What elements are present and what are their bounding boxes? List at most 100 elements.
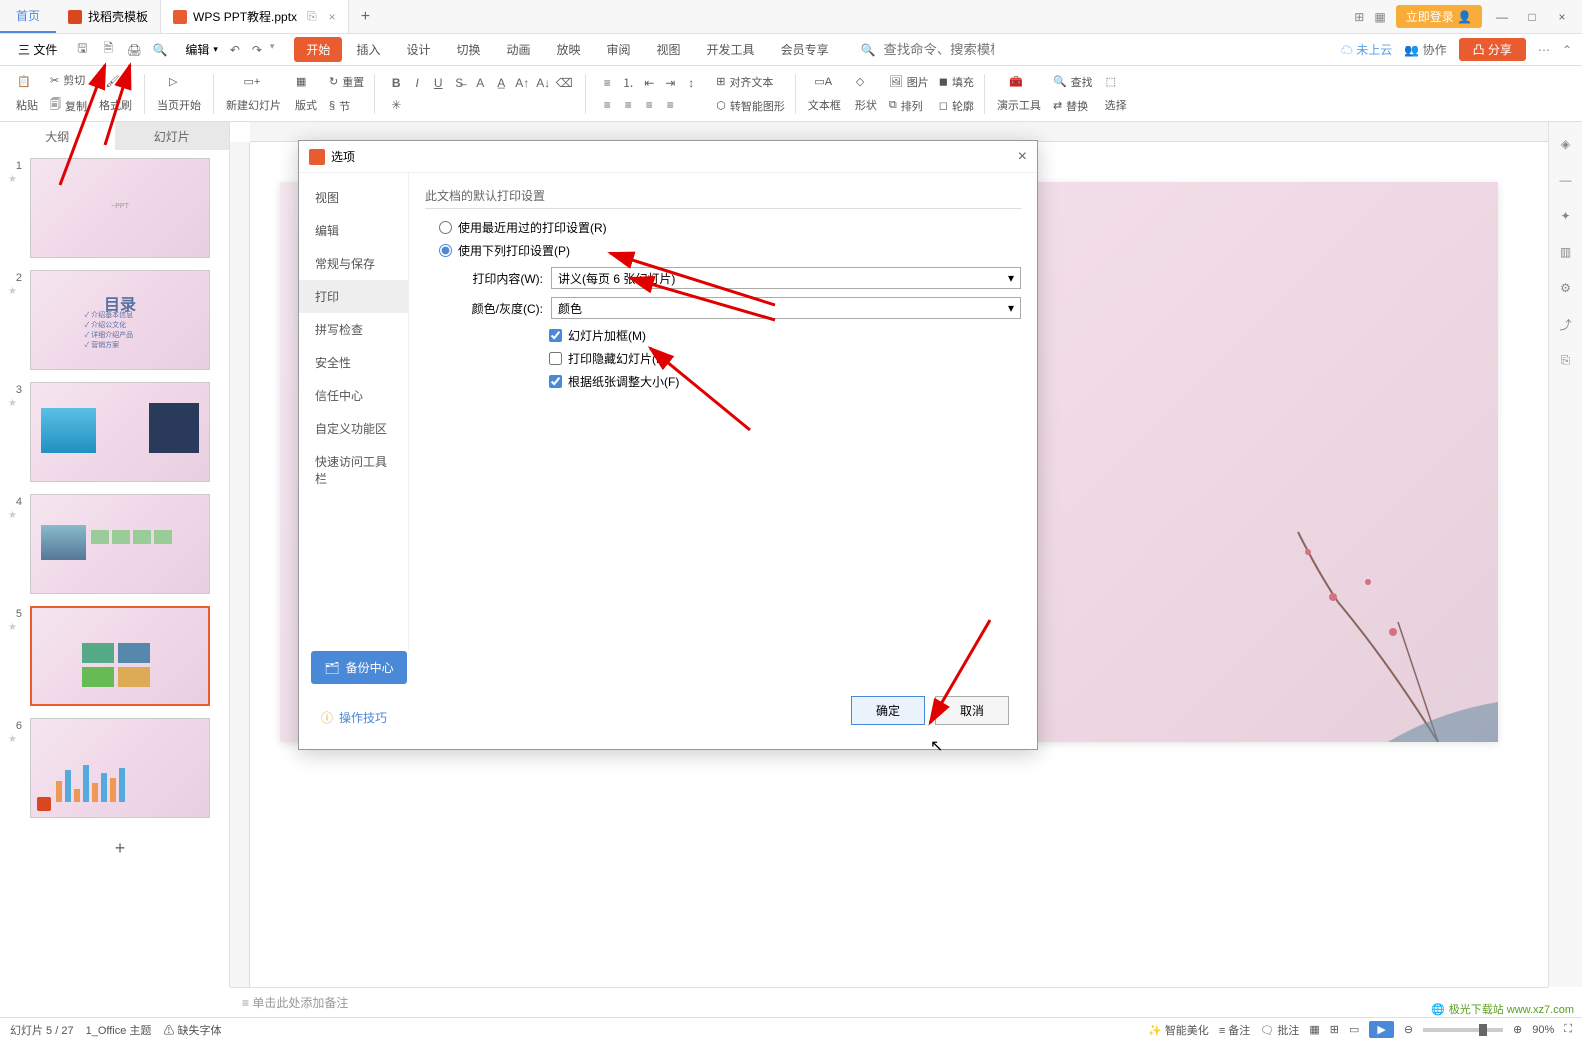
command-search[interactable]: 🔍: [861, 42, 994, 57]
align-right-icon[interactable]: ≡: [640, 96, 658, 114]
line-spacing-icon[interactable]: ↕: [682, 74, 700, 92]
font-size-up-icon[interactable]: A↑: [513, 74, 531, 92]
ok-button[interactable]: 确定: [851, 696, 925, 725]
zoom-out-icon[interactable]: ⊖: [1404, 1023, 1413, 1036]
shapes-button[interactable]: ◇ 形状: [849, 73, 883, 115]
tab-transition[interactable]: 切换: [444, 37, 492, 62]
replace-button[interactable]: ⇄ 替换: [1049, 96, 1097, 116]
minimize-icon[interactable]: —: [1492, 7, 1512, 27]
view-sorter-icon[interactable]: ⊞: [1330, 1023, 1339, 1036]
find-button[interactable]: 🔍 查找: [1049, 72, 1097, 92]
from-current-button[interactable]: ▷ 当页开始: [151, 73, 207, 115]
numbering-icon[interactable]: ⒈: [619, 74, 637, 92]
print-preview-icon[interactable]: 🔍: [151, 41, 169, 59]
zoom-value[interactable]: 90%: [1532, 1024, 1554, 1036]
nav-quick-access[interactable]: 快速访问工具栏: [299, 445, 408, 495]
smart-beautify[interactable]: ✨ 智能美化: [1148, 1022, 1209, 1038]
thumb-3[interactable]: 3★: [8, 382, 221, 482]
notes-bar[interactable]: ≡ 单击此处添加备注: [230, 987, 1548, 1017]
tab-review[interactable]: 审阅: [595, 37, 643, 62]
more-pane-icon[interactable]: ⎘: [1556, 350, 1576, 370]
tab-design[interactable]: 设计: [394, 37, 442, 62]
notes-toggle[interactable]: ≡ 备注: [1219, 1022, 1250, 1038]
check-hidden[interactable]: 打印隐藏幻灯片(H): [549, 350, 1021, 367]
tab-templates[interactable]: 找稻壳模板: [56, 0, 161, 33]
view-normal-icon[interactable]: ▦: [1309, 1023, 1319, 1036]
layout-pane-icon[interactable]: ▥: [1556, 242, 1576, 262]
format-painter-button[interactable]: 🖌 格式刷: [93, 73, 138, 115]
save-as-icon[interactable]: 🗎: [99, 41, 117, 59]
align-center-icon[interactable]: ≡: [619, 96, 637, 114]
nav-customize-ribbon[interactable]: 自定义功能区: [299, 412, 408, 445]
nav-trust[interactable]: 信任中心: [299, 379, 408, 412]
nav-print[interactable]: 打印: [299, 280, 408, 313]
indent-inc-icon[interactable]: ⇥: [661, 74, 679, 92]
smart-graphic-button[interactable]: ⬡ 转智能图形: [712, 96, 789, 116]
export-icon[interactable]: ⤴: [1556, 314, 1576, 334]
redo-icon[interactable]: ↷: [248, 41, 266, 59]
align-left-icon[interactable]: ≡: [598, 96, 616, 114]
select-button[interactable]: ⬚ 选择: [1099, 73, 1133, 115]
indent-dec-icon[interactable]: ⇤: [640, 74, 658, 92]
font-size-down-icon[interactable]: A↓: [534, 74, 552, 92]
login-button[interactable]: 立即登录 👤: [1396, 5, 1482, 28]
tools-button[interactable]: 🧰 演示工具: [991, 73, 1047, 115]
nav-edit[interactable]: 编辑: [299, 214, 408, 247]
tab-add[interactable]: +: [349, 8, 382, 26]
color-select[interactable]: 颜色▾: [551, 297, 1021, 319]
file-menu[interactable]: 三 文件: [10, 41, 65, 58]
view-reading-icon[interactable]: ▭: [1349, 1023, 1359, 1036]
underline-icon[interactable]: U: [429, 74, 447, 92]
copy-button[interactable]: 🗐 复制: [46, 94, 91, 117]
cloud-status[interactable]: ☁ 未上云: [1341, 41, 1392, 58]
edit-menu[interactable]: 编辑▾: [177, 41, 226, 58]
dialog-close-icon[interactable]: ×: [1018, 148, 1027, 166]
maximize-icon[interactable]: □: [1522, 7, 1542, 27]
missing-font[interactable]: ⚠ 缺失字体: [163, 1022, 221, 1038]
font-color-icon[interactable]: A: [471, 74, 489, 92]
ruler-icon[interactable]: —: [1556, 170, 1576, 190]
reset-button[interactable]: ↻ 重置: [325, 72, 368, 92]
view-slideshow-icon[interactable]: ▶: [1369, 1021, 1393, 1038]
print-icon[interactable]: 🖨: [125, 41, 143, 59]
tab-insert[interactable]: 插入: [344, 37, 392, 62]
comments-toggle[interactable]: 🗨 批注: [1260, 1022, 1299, 1038]
share-button[interactable]: 凸 分享: [1459, 38, 1526, 61]
tab-document[interactable]: WPS PPT教程.pptx ⎘ ×: [161, 0, 349, 33]
animation-icon[interactable]: ✦: [1556, 206, 1576, 226]
section-button[interactable]: § 节: [325, 96, 368, 116]
backup-center-button[interactable]: 🗂备份中心: [311, 651, 407, 684]
thumb-6[interactable]: 6★: [8, 718, 221, 818]
grid-icon[interactable]: ⊞: [1354, 10, 1364, 24]
close-icon[interactable]: ×: [329, 10, 336, 24]
new-slide-button[interactable]: ▭+ 新建幻灯片: [220, 73, 287, 115]
close-window-icon[interactable]: ×: [1552, 7, 1572, 27]
design-icon[interactable]: ◈: [1556, 134, 1576, 154]
radio-following[interactable]: 使用下列打印设置(P): [439, 242, 1021, 259]
sidebar-tab-slides[interactable]: 幻灯片: [115, 122, 230, 150]
thumb-5[interactable]: 5★: [8, 606, 221, 706]
layout-button[interactable]: ▦ 版式: [289, 73, 323, 115]
tab-start[interactable]: 开始: [294, 37, 342, 62]
arrange-button[interactable]: ⧉ 排列: [885, 96, 933, 116]
clear-format-icon[interactable]: ⌫: [555, 74, 573, 92]
cancel-button[interactable]: 取消: [935, 696, 1009, 725]
bullets-icon[interactable]: ≡: [598, 74, 616, 92]
thumb-1[interactable]: 1★ ~PPT: [8, 158, 221, 258]
cut-button[interactable]: ✂ 剪切: [46, 70, 91, 90]
paste-button[interactable]: 📋 粘贴: [10, 73, 44, 115]
thumbnail-panel[interactable]: 1★ ~PPT 2★ 目录 ✓ 介绍基本信息 ✓ 介绍公文化 ✓ 详细介绍产品 …: [0, 150, 229, 987]
zoom-slider[interactable]: [1423, 1028, 1503, 1032]
tab-member[interactable]: 会员专享: [769, 37, 841, 62]
bold-icon[interactable]: B: [387, 74, 405, 92]
textbox-button[interactable]: ▭A 文本框: [802, 73, 847, 115]
tab-home[interactable]: 首页: [0, 0, 56, 33]
radio-recent[interactable]: 使用最近用过的打印设置(R): [439, 219, 1021, 236]
align-text-button[interactable]: ⊞ 对齐文本: [712, 72, 789, 92]
fit-icon[interactable]: ⛶: [1564, 1023, 1572, 1036]
outline-button[interactable]: ◻ 轮廓: [935, 96, 978, 116]
fill-button[interactable]: ◼ 填充: [935, 72, 978, 92]
search-input[interactable]: [884, 42, 994, 57]
undo-icon[interactable]: ↶: [226, 41, 244, 59]
nav-spellcheck[interactable]: 拼写检查: [299, 313, 408, 346]
